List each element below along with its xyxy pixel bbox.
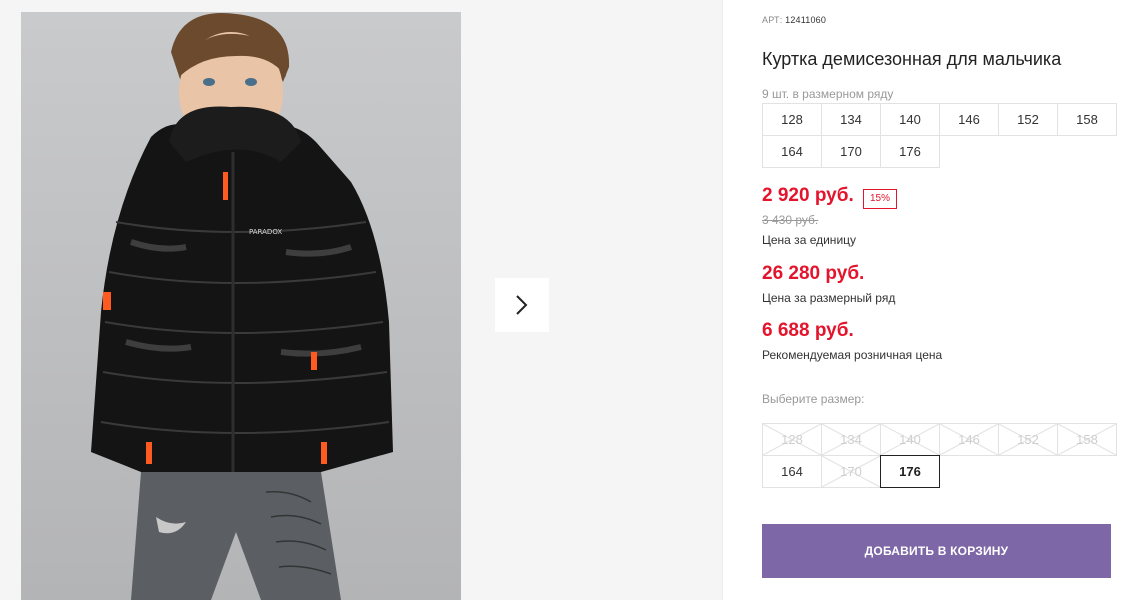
discount-badge: 15% xyxy=(863,189,898,209)
series-size-cell: 140 xyxy=(880,103,940,136)
size-option-140: 140 xyxy=(880,423,940,456)
add-to-cart-button[interactable]: ДОБАВИТЬ В КОРЗИНУ xyxy=(762,524,1111,578)
article-number: АРТ: 12411060 xyxy=(762,15,826,25)
size-option-158: 158 xyxy=(1057,423,1117,456)
size-option-label: 170 xyxy=(840,464,862,479)
size-option-146: 146 xyxy=(939,423,999,456)
boy-in-jacket-image: PARADOX xyxy=(91,13,393,600)
size-option-label: 146 xyxy=(958,432,980,447)
size-option-label: 158 xyxy=(1076,432,1098,447)
retail-price-label: Рекомендуемая розничная цена xyxy=(762,348,943,362)
chevron-right-icon xyxy=(516,295,528,315)
series-size-cell: 158 xyxy=(1057,103,1117,136)
series-price: 26 280 руб. xyxy=(762,263,865,284)
gallery-next-button[interactable] xyxy=(495,278,549,332)
product-photo: PARADOX xyxy=(21,12,461,600)
vertical-divider xyxy=(722,0,723,600)
series-count-note: 9 шт. в размерном ряду xyxy=(762,87,894,101)
size-option-164[interactable]: 164 xyxy=(762,455,822,488)
size-option-label: 164 xyxy=(781,464,803,479)
size-select-label: Выберите размер: xyxy=(762,392,865,406)
article-label: АРТ: xyxy=(762,15,783,25)
jacket-print-text: PARADOX xyxy=(249,228,282,236)
size-option-label: 134 xyxy=(840,432,862,447)
series-size-cell: 128 xyxy=(762,103,822,136)
series-size-cell: 152 xyxy=(998,103,1058,136)
size-option-label: 128 xyxy=(781,432,803,447)
series-size-cell: 146 xyxy=(939,103,999,136)
size-option-label: 176 xyxy=(899,464,921,479)
series-size-cell: 164 xyxy=(762,135,822,168)
size-option-152: 152 xyxy=(998,423,1058,456)
series-price-label: Цена за размерный ряд xyxy=(762,291,896,305)
article-value: 12411060 xyxy=(785,15,827,25)
size-option-176[interactable]: 176 xyxy=(880,455,940,488)
series-size-cell: 170 xyxy=(821,135,881,168)
size-option-label: 152 xyxy=(1017,432,1039,447)
series-size-grid: 128 134 140 146 152 158 164 170 176 xyxy=(762,103,1117,168)
unit-price: 2 920 руб. xyxy=(762,185,854,206)
size-selector: 128 134 140 146 152 158 164 170 176 xyxy=(762,423,1117,488)
series-size-cell: 134 xyxy=(821,103,881,136)
unit-price-label: Цена за единицу xyxy=(762,233,857,247)
old-price: 3 430 руб. xyxy=(762,213,819,227)
product-title: Куртка демисезонная для мальчика xyxy=(762,49,1062,69)
size-option-170: 170 xyxy=(821,455,881,488)
size-option-label: 140 xyxy=(899,432,921,447)
size-option-134: 134 xyxy=(821,423,881,456)
product-gallery: PARADOX xyxy=(0,0,722,600)
series-size-cell: 176 xyxy=(880,135,940,168)
size-option-128: 128 xyxy=(762,423,822,456)
retail-price: 6 688 руб. xyxy=(762,320,854,341)
